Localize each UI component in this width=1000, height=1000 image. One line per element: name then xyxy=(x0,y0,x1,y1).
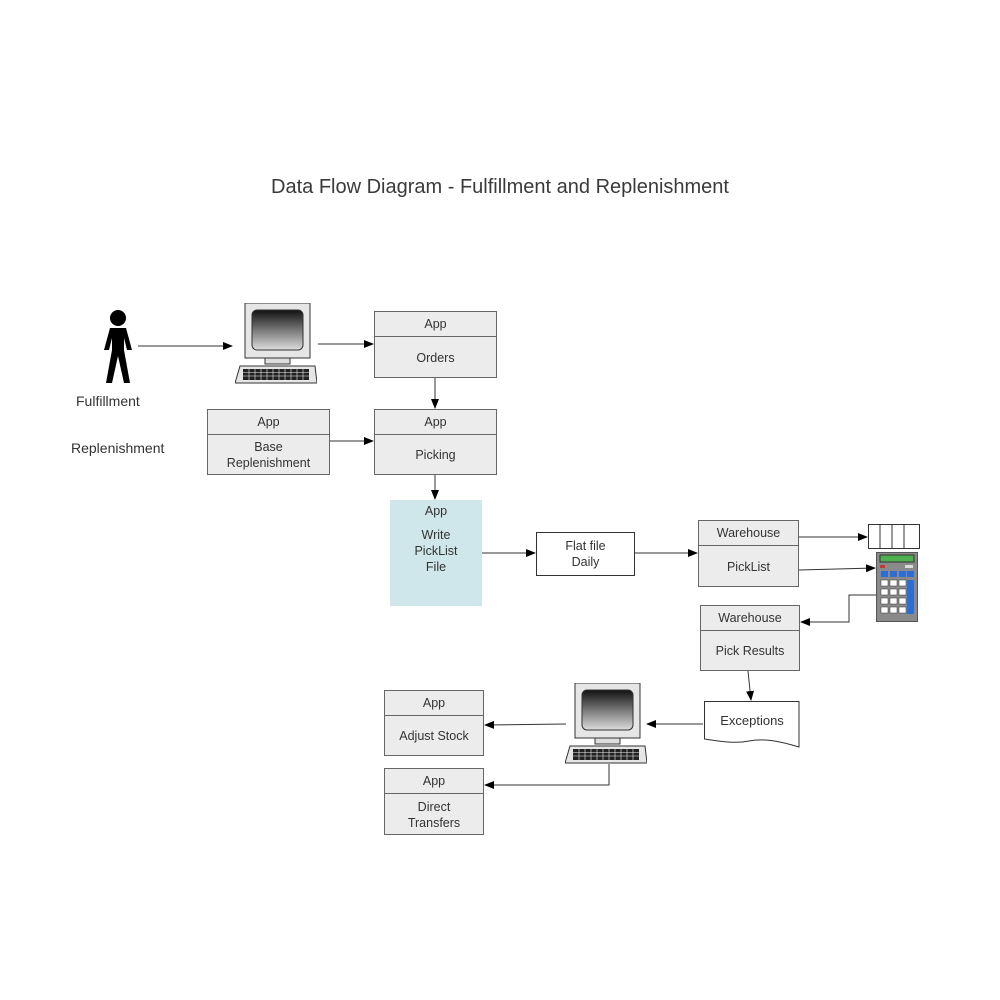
arrow-computer-to-transfers xyxy=(484,764,610,789)
connectors xyxy=(138,340,876,789)
arrow-handheld-to-results xyxy=(800,594,876,626)
arrow-results-to-exceptions xyxy=(746,670,755,701)
arrow-picklist-to-handheld xyxy=(798,564,876,573)
arrow-computer-to-adjust xyxy=(484,720,567,729)
